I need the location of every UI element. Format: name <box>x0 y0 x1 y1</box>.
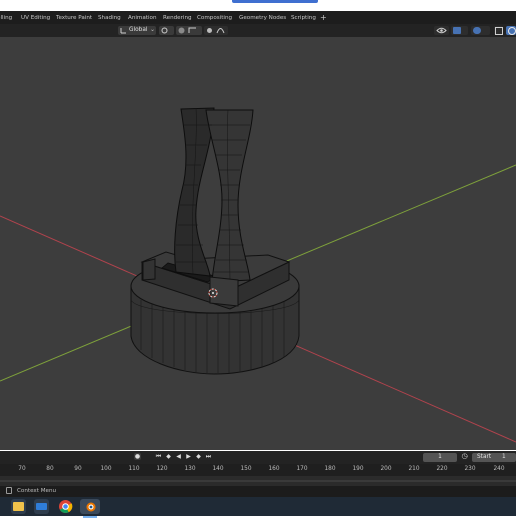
folder-icon <box>13 502 24 511</box>
viewport-shading-solid[interactable] <box>506 26 516 35</box>
timeline-header: ● ⏮ ◆ ◀ ▶ ◆ ⏭ 1 ◷ Start 1 <box>0 451 516 464</box>
gizmo-icon <box>453 27 461 34</box>
play-button[interactable]: ▶ <box>185 453 192 460</box>
frame-tick: 120 <box>156 466 168 472</box>
record-icon: ● <box>134 453 141 460</box>
proportional-editing-icon <box>207 28 212 33</box>
3d-viewport[interactable] <box>0 37 516 450</box>
snap-icon <box>178 27 185 34</box>
timeline-body[interactable] <box>0 476 516 486</box>
overlays-toggle[interactable] <box>471 26 490 35</box>
pivot-point-dropdown[interactable] <box>159 26 174 35</box>
frame-tick: 200 <box>380 466 392 472</box>
frame-tick: 130 <box>184 466 196 472</box>
mail-button[interactable] <box>34 499 49 514</box>
workspace-tabs-bar: elling UV Editing Texture Paint Shading … <box>0 11 516 24</box>
orientation-label: Global <box>129 27 148 33</box>
tab-uv-editing[interactable]: UV Editing <box>21 13 50 23</box>
browser-tab-indicator <box>232 0 318 3</box>
jump-start-icon: ⏮ <box>155 453 162 460</box>
snap-increment-icon <box>188 27 196 33</box>
window-top-strip <box>0 0 516 11</box>
mouse-icon <box>6 487 12 494</box>
tab-animation[interactable]: Animation <box>128 13 157 23</box>
chevron-down-icon: ⌄ <box>150 26 156 33</box>
play-reverse-icon: ◀ <box>176 453 181 460</box>
transform-orientation-dropdown[interactable]: Global ⌄ <box>118 26 156 35</box>
preview-range-toggle[interactable]: ◷ <box>461 453 468 460</box>
frame-tick: 170 <box>296 466 308 472</box>
context-menu-hint: Context Menu <box>17 488 57 494</box>
play-reverse-button[interactable]: ◀ <box>175 453 182 460</box>
orientation-icon <box>120 28 126 34</box>
object-mesh[interactable] <box>130 107 300 375</box>
frame-tick: 190 <box>352 466 364 472</box>
tab-texture-paint[interactable]: Texture Paint <box>56 13 92 23</box>
timeline-scrollbar[interactable] <box>0 480 516 482</box>
next-keyframe-button[interactable]: ◆ <box>195 453 202 460</box>
frame-tick: 80 <box>46 466 54 472</box>
play-icon: ▶ <box>186 453 191 460</box>
frame-tick: 100 <box>100 466 112 472</box>
wireframe-shading-icon <box>508 27 516 35</box>
frame-tick: 140 <box>212 466 224 472</box>
overlays-icon <box>473 27 481 34</box>
file-explorer-button[interactable] <box>11 499 26 514</box>
start-frame-field[interactable]: Start 1 <box>472 453 516 462</box>
prev-keyframe-icon: ◆ <box>166 453 171 460</box>
falloff-icon <box>216 28 225 34</box>
viewport-header: Global ⌄ <box>0 24 516 37</box>
chrome-button[interactable] <box>58 499 73 514</box>
blender-icon <box>86 502 96 512</box>
xray-icon <box>495 27 503 35</box>
os-taskbar <box>0 497 516 518</box>
next-keyframe-icon: ◆ <box>196 453 201 460</box>
start-value: 1 <box>502 454 506 460</box>
frame-tick: 210 <box>408 466 420 472</box>
gizmo-toggle[interactable] <box>451 26 468 35</box>
pivot-icon <box>161 27 168 34</box>
tab-geometry-nodes[interactable]: Geometry Nodes <box>239 13 286 23</box>
frame-tick: 240 <box>493 466 505 472</box>
viewport-scene[interactable] <box>0 37 516 450</box>
tab-scripting[interactable]: Scripting <box>291 13 316 23</box>
frame-tick: 180 <box>324 466 336 472</box>
frame-tick: 110 <box>128 466 140 472</box>
snapping-toggle[interactable] <box>176 26 202 35</box>
frame-tick: 160 <box>268 466 280 472</box>
frame-tick: 150 <box>240 466 252 472</box>
mail-icon <box>36 503 47 510</box>
jump-start-button[interactable]: ⏮ <box>155 453 162 460</box>
tab-shading[interactable]: Shading <box>98 13 121 23</box>
record-button[interactable]: ● <box>134 453 141 460</box>
stopwatch-icon: ◷ <box>461 452 468 460</box>
proportional-editing-toggle[interactable] <box>204 26 228 35</box>
add-workspace-button[interactable]: + <box>320 13 327 23</box>
frame-tick: 70 <box>18 466 26 472</box>
blender-button[interactable] <box>80 499 100 518</box>
start-label: Start <box>477 454 492 460</box>
frame-tick: 220 <box>436 466 448 472</box>
tab-rendering[interactable]: Rendering <box>163 13 192 23</box>
tab-modeling[interactable]: elling <box>0 13 12 23</box>
chrome-icon <box>59 500 73 513</box>
visibility-dropdown[interactable] <box>434 26 449 35</box>
frame-tick: 90 <box>74 466 82 472</box>
status-bar: Context Menu <box>0 486 516 497</box>
jump-end-button[interactable]: ⏭ <box>205 453 212 460</box>
current-frame-field[interactable]: 1 <box>423 453 457 462</box>
eye-icon <box>436 27 447 34</box>
tab-compositing[interactable]: Compositing <box>197 13 232 23</box>
xray-toggle[interactable] <box>494 26 503 35</box>
jump-end-icon: ⏭ <box>205 453 212 460</box>
frame-tick: 230 <box>464 466 476 472</box>
timeline-ruler[interactable]: 70 80 90 100 110 120 130 140 150 160 170… <box>0 464 516 476</box>
prev-keyframe-button[interactable]: ◆ <box>165 453 172 460</box>
